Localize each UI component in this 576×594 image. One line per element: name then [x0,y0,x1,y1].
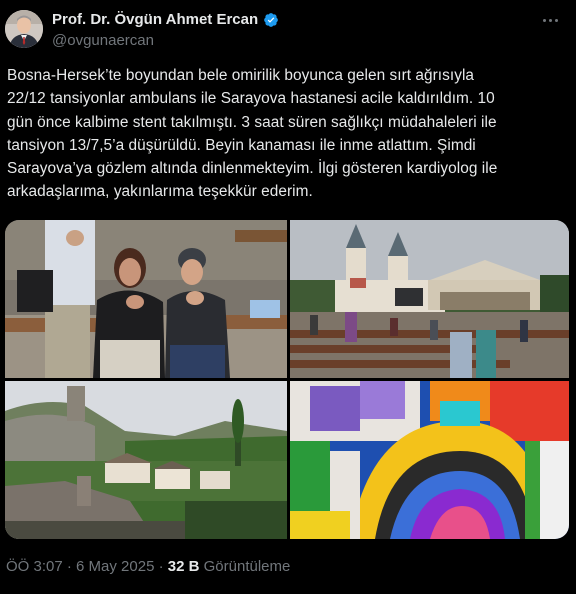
photo-church-square[interactable] [290,220,569,378]
tweet-date[interactable]: 6 May 2025 [76,558,154,575]
tweet-text: Bosna-Hersek’te boyundan bele omirilik b… [7,67,498,201]
author-handle[interactable]: @ovgunaercan [52,32,154,49]
photo-colorful-painting[interactable] [290,381,569,539]
author-name[interactable]: Prof. Dr. Övgün Ahmet Ercan [52,11,258,28]
meta-separator: · [154,558,168,575]
photo-people-praying[interactable] [5,220,287,378]
views-label: Görüntüleme [199,558,291,575]
views-count: 32 B [167,558,200,575]
author-avatar[interactable] [5,10,43,48]
media-grid [5,220,569,539]
tweet-time[interactable]: ÖÖ 3:07 [6,558,63,575]
tweet-meta: ÖÖ 3:07 · 6 May 2025 · 32 B Görüntüleme [6,558,290,575]
avatar-image [5,10,43,48]
verified-badge-icon [263,12,279,28]
photo-old-town-hillside[interactable] [5,381,287,539]
more-options-icon[interactable] [538,8,562,32]
meta-separator: · [62,558,77,575]
author-name-row: Prof. Dr. Övgün Ahmet Ercan [52,11,279,28]
